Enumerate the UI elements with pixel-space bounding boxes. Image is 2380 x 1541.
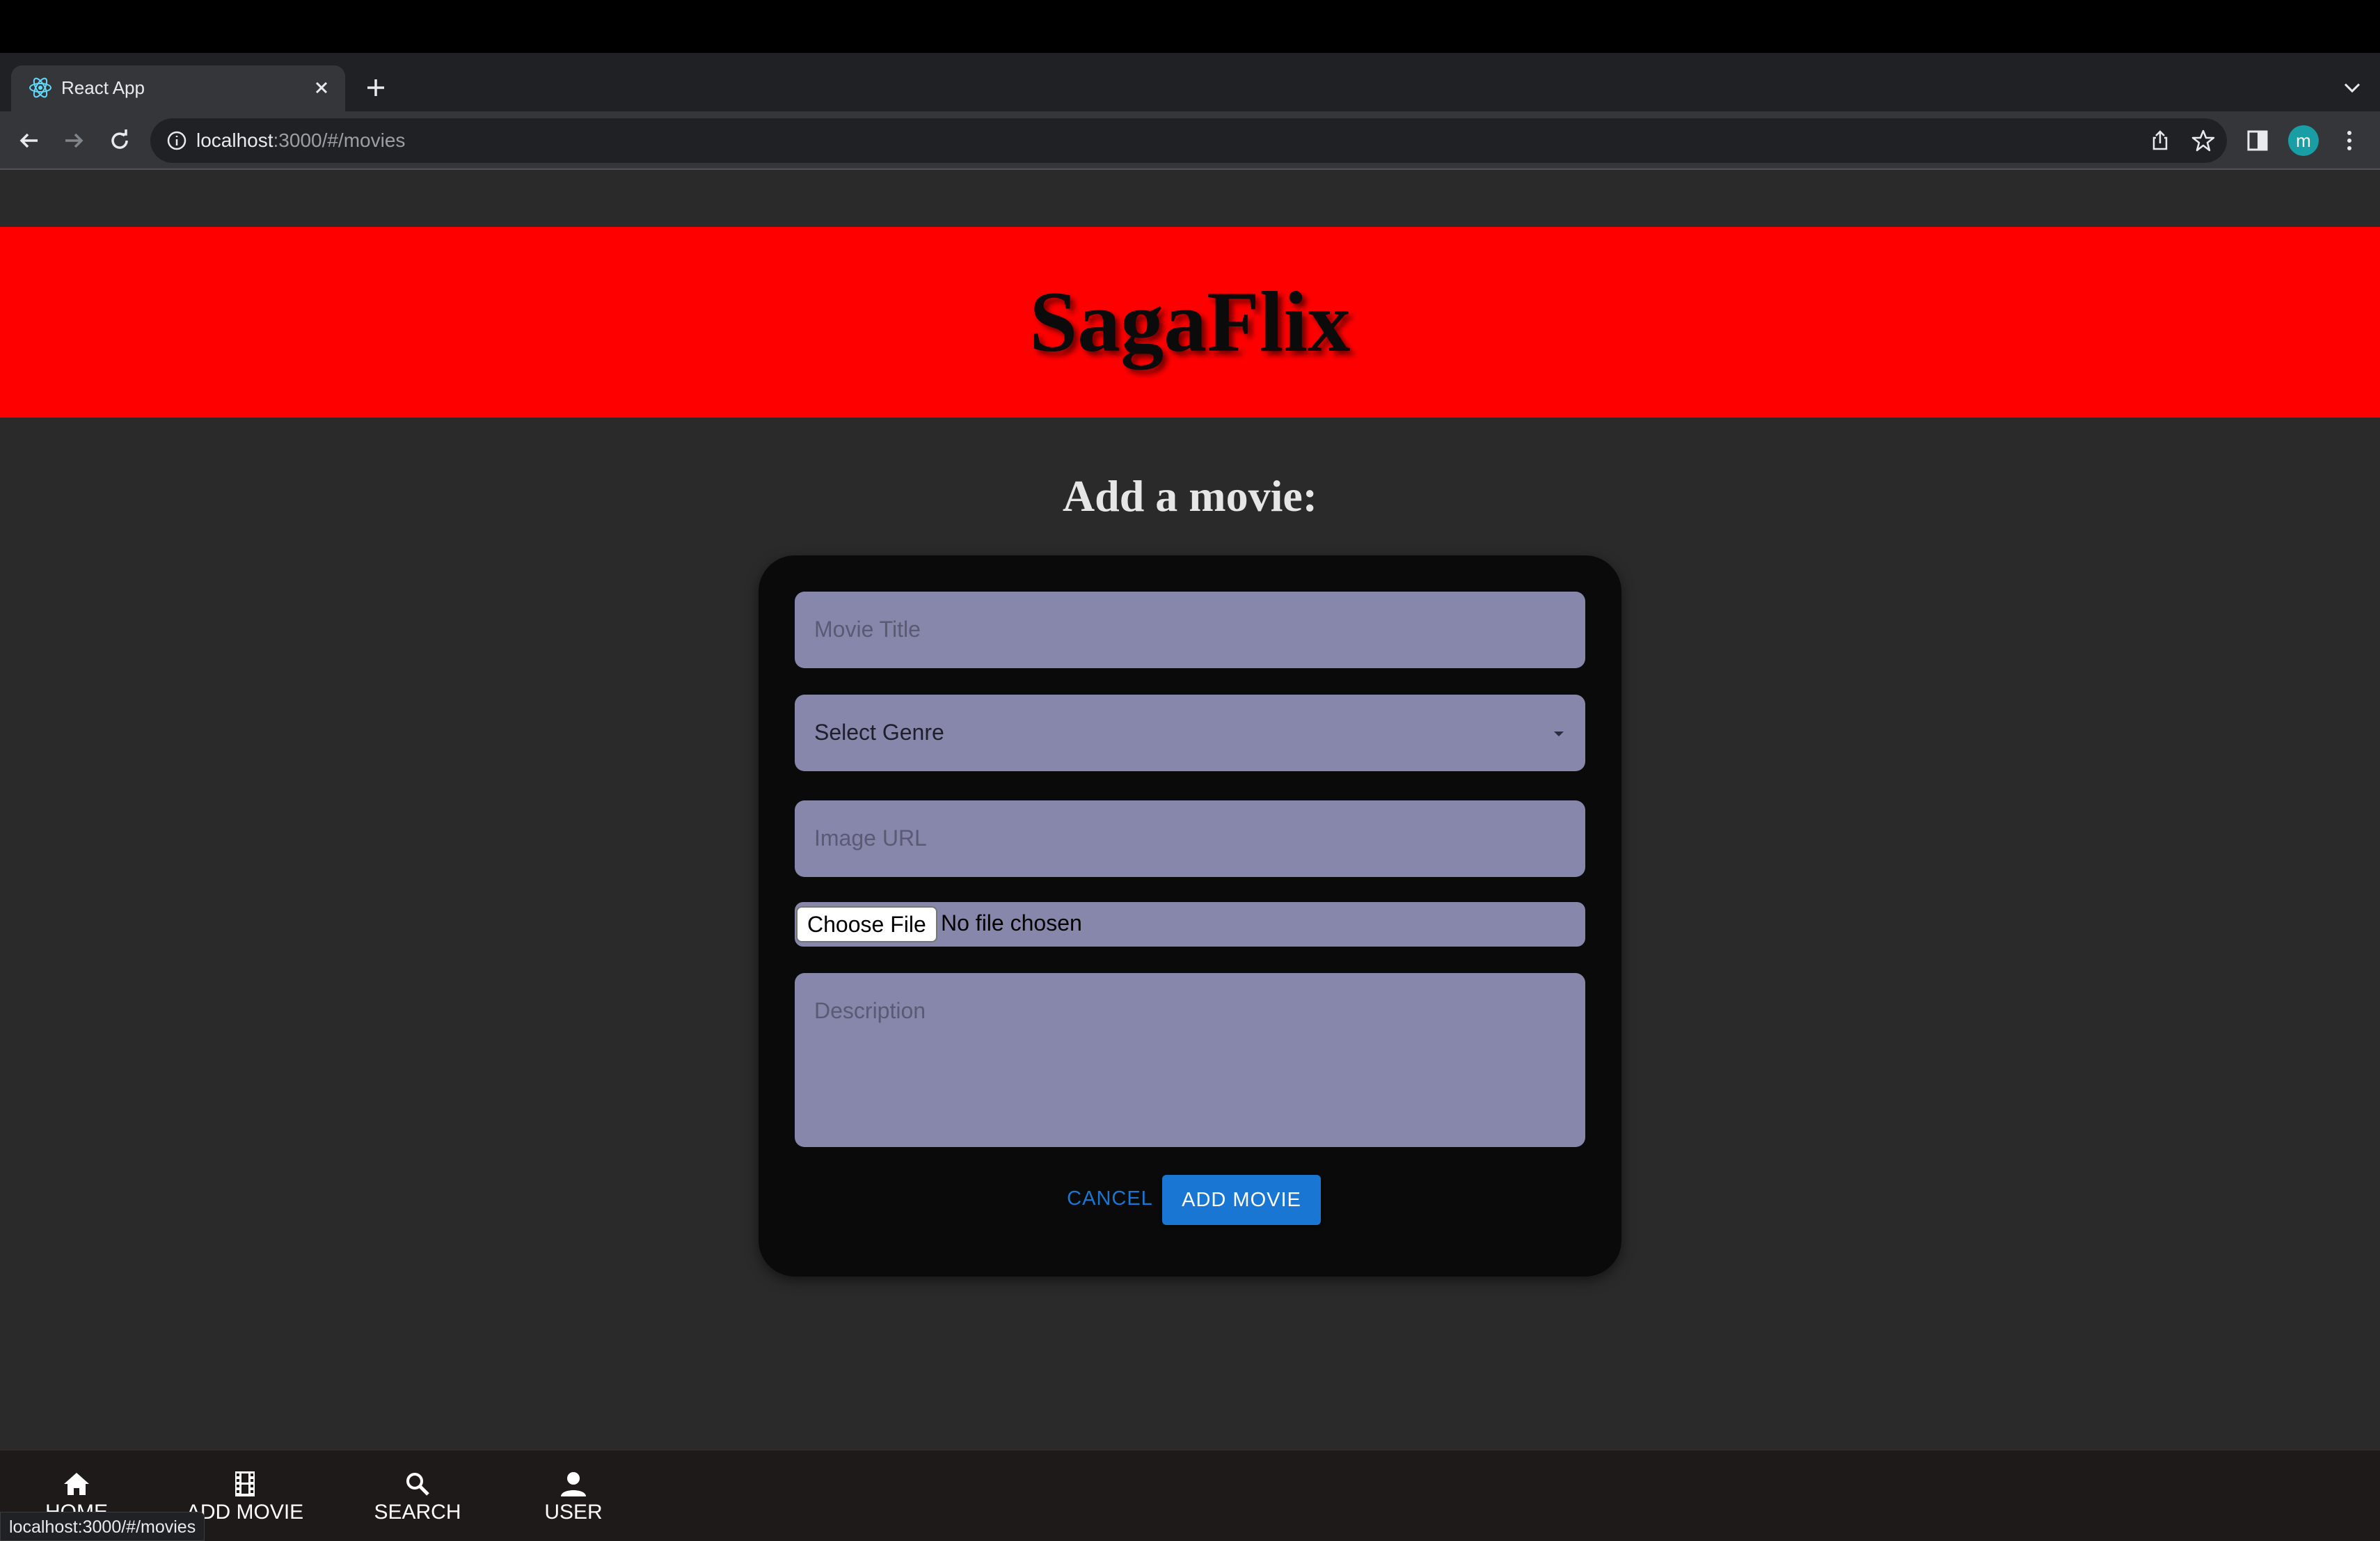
link-preview-status: localhost:3000/#/movies xyxy=(0,1512,205,1541)
nav-search[interactable]: SEARCH xyxy=(362,1451,473,1541)
nav-search-label: SEARCH xyxy=(374,1501,461,1524)
browser-toolbar: localhost:3000/#/movies m xyxy=(0,111,2380,170)
add-movie-form: Movie Title Select Genre Image URL Choos… xyxy=(759,555,1621,1277)
reload-icon[interactable] xyxy=(104,125,135,156)
file-input: Choose File No file chosen xyxy=(795,902,1585,947)
file-status-text: No file chosen xyxy=(941,910,1082,935)
window-titlebar xyxy=(0,0,2380,53)
side-panel-icon[interactable] xyxy=(2242,125,2273,156)
new-tab-icon[interactable] xyxy=(360,72,391,103)
profile-avatar[interactable]: m xyxy=(2288,125,2319,156)
nav-user[interactable]: USER xyxy=(529,1451,618,1541)
dropdown-arrow-icon xyxy=(1554,732,1564,736)
react-logo-icon xyxy=(29,77,51,98)
more-options-icon[interactable] xyxy=(2334,125,2365,156)
home-icon xyxy=(64,1473,89,1495)
genre-select[interactable]: Select Genre xyxy=(795,695,1585,771)
url-text: localhost:3000/#/movies xyxy=(196,128,405,153)
image-url-placeholder: Image URL xyxy=(814,825,927,851)
description-textarea[interactable]: Description xyxy=(795,973,1585,1147)
choose-file-button[interactable]: Choose File xyxy=(796,906,937,942)
chevron-down-icon[interactable] xyxy=(2338,74,2366,102)
image-url-input[interactable]: Image URL xyxy=(795,800,1585,877)
close-tab-icon[interactable] xyxy=(309,75,334,100)
header-banner: SagaFlix xyxy=(0,227,2380,418)
description-placeholder: Description xyxy=(814,998,926,1023)
movie-title-placeholder: Movie Title xyxy=(814,617,921,642)
tab-strip: React App xyxy=(0,53,2380,111)
share-icon[interactable] xyxy=(2148,128,2173,153)
info-icon[interactable] xyxy=(166,129,188,152)
search-icon xyxy=(406,1473,429,1496)
add-movie-button[interactable]: ADD MOVIE xyxy=(1162,1175,1321,1225)
person-icon xyxy=(561,1472,586,1496)
movie-title-input[interactable]: Movie Title xyxy=(795,592,1585,668)
page-content: SagaFlix Add a movie: Movie Title Select… xyxy=(0,171,2380,1541)
cancel-button[interactable]: CANCEL xyxy=(1065,1178,1155,1219)
tab-title: React App xyxy=(61,77,145,98)
back-arrow-icon[interactable] xyxy=(14,125,45,156)
movie-icon xyxy=(235,1471,255,1496)
nav-user-label: USER xyxy=(544,1501,603,1524)
page-title: Add a movie: xyxy=(1062,471,1318,521)
bookmark-star-icon[interactable] xyxy=(2191,128,2216,153)
address-bar[interactable]: localhost:3000/#/movies xyxy=(150,118,2227,163)
brand-title: SagaFlix xyxy=(1029,274,1351,370)
genre-select-label: Select Genre xyxy=(814,720,944,745)
url-path: :3000/#/movies xyxy=(273,129,406,151)
bottom-navigation: HOME ADD MOVIE SEARCH USER xyxy=(0,1449,2380,1541)
url-host: localhost xyxy=(196,129,273,151)
forward-arrow-icon[interactable] xyxy=(58,125,89,156)
browser-tab[interactable]: React App xyxy=(11,65,345,111)
